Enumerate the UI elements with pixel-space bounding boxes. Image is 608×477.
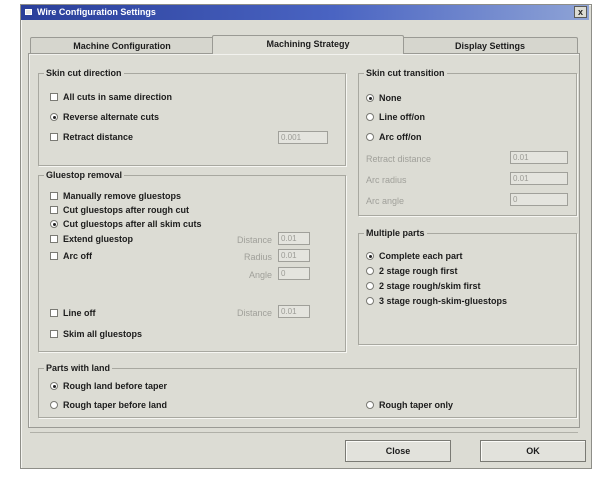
radio-button[interactable]: [366, 94, 374, 102]
option-label: Line off: [63, 308, 96, 318]
option-label: 2 stage rough/skim first: [379, 281, 481, 291]
radio-button[interactable]: [366, 282, 374, 290]
option-label: 2 stage rough first: [379, 266, 458, 276]
option-label: Rough land before taper: [63, 381, 168, 391]
option-transition-line-off-on[interactable]: Line off/on: [366, 111, 425, 123]
tab-machine-configuration[interactable]: Machine Configuration: [30, 37, 214, 54]
arc-angle-input[interactable]: 0: [278, 267, 310, 280]
option-label: Arc off/on: [379, 132, 422, 142]
close-window-button[interactable]: x: [574, 6, 587, 18]
window-icon: [25, 9, 32, 15]
option-label: Reverse alternate cuts: [63, 112, 160, 122]
transition-arc-radius-input[interactable]: 0.01: [510, 172, 568, 185]
arc-angle-label: Angle: [248, 270, 272, 280]
line-distance-input[interactable]: 0.01: [278, 305, 310, 318]
line-distance-label: Distance: [236, 308, 272, 318]
checkbox[interactable]: [50, 309, 58, 317]
ok-button[interactable]: OK: [480, 440, 586, 462]
gluestop-removal-title: Gluestop removal: [44, 170, 125, 180]
option-manually-remove-gluestops[interactable]: Manually remove gluestops: [50, 190, 181, 202]
option-retract-distance[interactable]: Retract distance: [50, 131, 133, 143]
transition-arc-angle-label: Arc angle: [366, 196, 405, 206]
option-label: Manually remove gluestops: [63, 191, 182, 201]
option-arc-off[interactable]: Arc off: [50, 250, 92, 262]
checkbox[interactable]: [50, 133, 58, 141]
transition-arc-radius-label: Arc radius: [366, 175, 407, 185]
option-label: All cuts in same direction: [63, 92, 173, 102]
checkbox[interactable]: [50, 206, 58, 214]
radio-button[interactable]: [50, 401, 58, 409]
transition-retract-distance-input[interactable]: 0.01: [510, 151, 568, 164]
close-button[interactable]: Close: [345, 440, 451, 462]
option-label: Rough taper before land: [63, 400, 168, 410]
page: { "window": { "title": "Wire Configurati…: [0, 0, 608, 477]
option-skim-all-gluestops[interactable]: Skim all gluestops: [50, 328, 142, 340]
option-rough-land-before-taper[interactable]: Rough land before taper: [50, 380, 167, 392]
radio-button[interactable]: [366, 267, 374, 275]
checkbox[interactable]: [50, 192, 58, 200]
tab-display-settings[interactable]: Display Settings: [402, 37, 578, 54]
option-transition-none[interactable]: None: [366, 92, 402, 104]
option-label: Extend gluestop: [63, 234, 134, 244]
skin-cut-direction-title: Skin cut direction: [44, 68, 124, 78]
radio-button[interactable]: [366, 113, 374, 121]
checkbox[interactable]: [50, 235, 58, 243]
radio-button[interactable]: [50, 382, 58, 390]
radio-button[interactable]: [50, 220, 58, 228]
arc-radius-label: Radius: [243, 252, 272, 262]
option-label: Arc off: [63, 251, 92, 261]
title-bar[interactable]: Wire Configuration Settings x: [21, 5, 589, 20]
extend-distance-input[interactable]: 0.01: [278, 232, 310, 245]
transition-arc-angle-input[interactable]: 0: [510, 193, 568, 206]
option-3-stage-rough-skim-gluestops[interactable]: 3 stage rough-skim-gluestops: [366, 295, 507, 307]
parts-with-land-title: Parts with land: [44, 363, 113, 373]
option-reverse-alternate-cuts[interactable]: Reverse alternate cuts: [50, 111, 159, 123]
option-label: Retract distance: [63, 132, 134, 142]
option-label: Cut gluestops after all skim cuts: [63, 219, 202, 229]
option-rough-taper-only[interactable]: Rough taper only: [366, 399, 453, 411]
option-cut-gluestops-after-rough-cut[interactable]: Cut gluestops after rough cut: [50, 204, 189, 216]
arc-radius-input[interactable]: 0.01: [278, 249, 310, 262]
option-extend-gluestop[interactable]: Extend gluestop: [50, 233, 133, 245]
option-2-stage-rough-first[interactable]: 2 stage rough first: [366, 265, 458, 277]
radio-button[interactable]: [366, 401, 374, 409]
radio-button[interactable]: [50, 113, 58, 121]
multiple-parts-title: Multiple parts: [364, 228, 427, 238]
option-transition-arc-off-on[interactable]: Arc off/on: [366, 131, 422, 143]
option-rough-taper-before-land[interactable]: Rough taper before land: [50, 399, 167, 411]
option-label: None: [379, 93, 402, 103]
option-label: Cut gluestops after rough cut: [63, 205, 189, 215]
retract-distance-input[interactable]: 0.001: [278, 131, 328, 144]
window-title: Wire Configuration Settings: [37, 7, 156, 17]
tab-machining-strategy[interactable]: Machining Strategy: [212, 35, 404, 54]
checkbox[interactable]: [50, 93, 58, 101]
transition-retract-distance-label: Retract distance: [366, 154, 432, 164]
button-separator: [30, 432, 578, 433]
option-2-stage-rough-skim-first[interactable]: 2 stage rough/skim first: [366, 280, 481, 292]
checkbox[interactable]: [50, 330, 58, 338]
radio-button[interactable]: [366, 297, 374, 305]
option-label: Skim all gluestops: [63, 329, 143, 339]
option-all-cuts-same-direction[interactable]: All cuts in same direction: [50, 91, 172, 103]
extend-distance-label: Distance: [236, 235, 272, 245]
option-cut-gluestops-after-all-skim-cuts[interactable]: Cut gluestops after all skim cuts: [50, 218, 202, 230]
option-line-off[interactable]: Line off: [50, 307, 96, 319]
option-label: Line off/on: [379, 112, 425, 122]
option-label: Complete each part: [379, 251, 463, 261]
checkbox[interactable]: [50, 252, 58, 260]
option-complete-each-part[interactable]: Complete each part: [366, 250, 463, 262]
skin-cut-transition-title: Skin cut transition: [364, 68, 447, 78]
radio-button[interactable]: [366, 133, 374, 141]
option-label: Rough taper only: [379, 400, 453, 410]
option-label: 3 stage rough-skim-gluestops: [379, 296, 508, 306]
radio-button[interactable]: [366, 252, 374, 260]
